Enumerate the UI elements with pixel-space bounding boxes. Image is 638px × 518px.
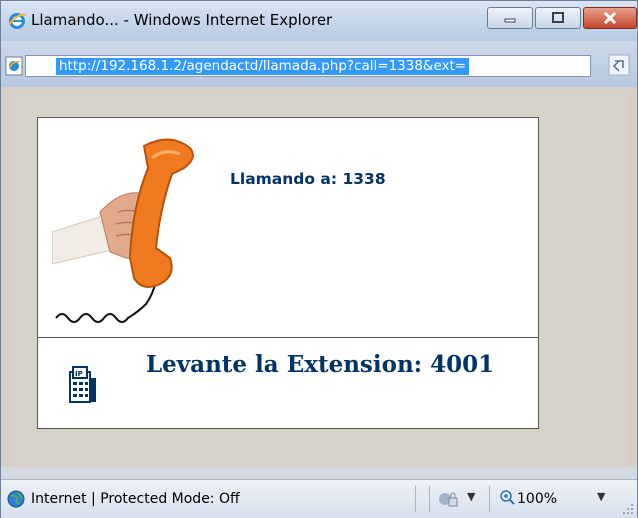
- divider: [38, 337, 538, 338]
- status-separator: [489, 486, 490, 512]
- minimize-icon: [504, 18, 516, 23]
- address-bar: http://192.168.1.2/agendactd/llamada.php…: [1, 41, 637, 87]
- maximize-icon: [552, 12, 564, 23]
- minimize-button[interactable]: [487, 7, 533, 29]
- ie-logo-icon: [8, 13, 27, 29]
- ip-phone-icon: IP: [69, 366, 96, 403]
- calling-label: Llamando a: 1338: [230, 170, 386, 188]
- title-bar[interactable]: Llamando... - Windows Internet Explorer: [1, 1, 637, 41]
- zoom-icon[interactable]: [499, 489, 515, 505]
- chevron-down-icon[interactable]: ▼: [597, 490, 605, 503]
- status-separator: [415, 486, 416, 512]
- page-icon: [5, 56, 23, 76]
- browser-window: Llamando... - Windows Internet Explorer …: [0, 0, 638, 518]
- close-button[interactable]: [583, 7, 637, 29]
- resize-grip-icon[interactable]: [623, 504, 633, 514]
- call-card: Llamando a: 1338 IP Levante la Extension…: [37, 117, 539, 429]
- lock-icon[interactable]: [437, 490, 459, 508]
- zoom-level[interactable]: 100%: [517, 491, 557, 507]
- phone-handset-image: [52, 138, 194, 323]
- chevron-down-icon[interactable]: ▼: [467, 490, 475, 503]
- svg-text:IP: IP: [75, 370, 83, 378]
- window-title: Llamando... - Windows Internet Explorer: [31, 11, 333, 29]
- close-icon: [603, 12, 617, 24]
- status-separator: [429, 486, 430, 512]
- security-zone-text[interactable]: Internet | Protected Mode: Off: [31, 491, 240, 507]
- refresh-icon[interactable]: [608, 53, 630, 77]
- address-url[interactable]: http://192.168.1.2/agendactd/llamada.php…: [56, 58, 470, 75]
- status-bar: Internet | Protected Mode: Off ▼ 100% ▼: [1, 479, 637, 518]
- globe-icon: [7, 490, 25, 508]
- maximize-button[interactable]: [535, 7, 581, 29]
- address-field[interactable]: http://192.168.1.2/agendactd/llamada.php…: [25, 55, 591, 77]
- extension-label: Levante la Extension: 4001: [146, 351, 495, 378]
